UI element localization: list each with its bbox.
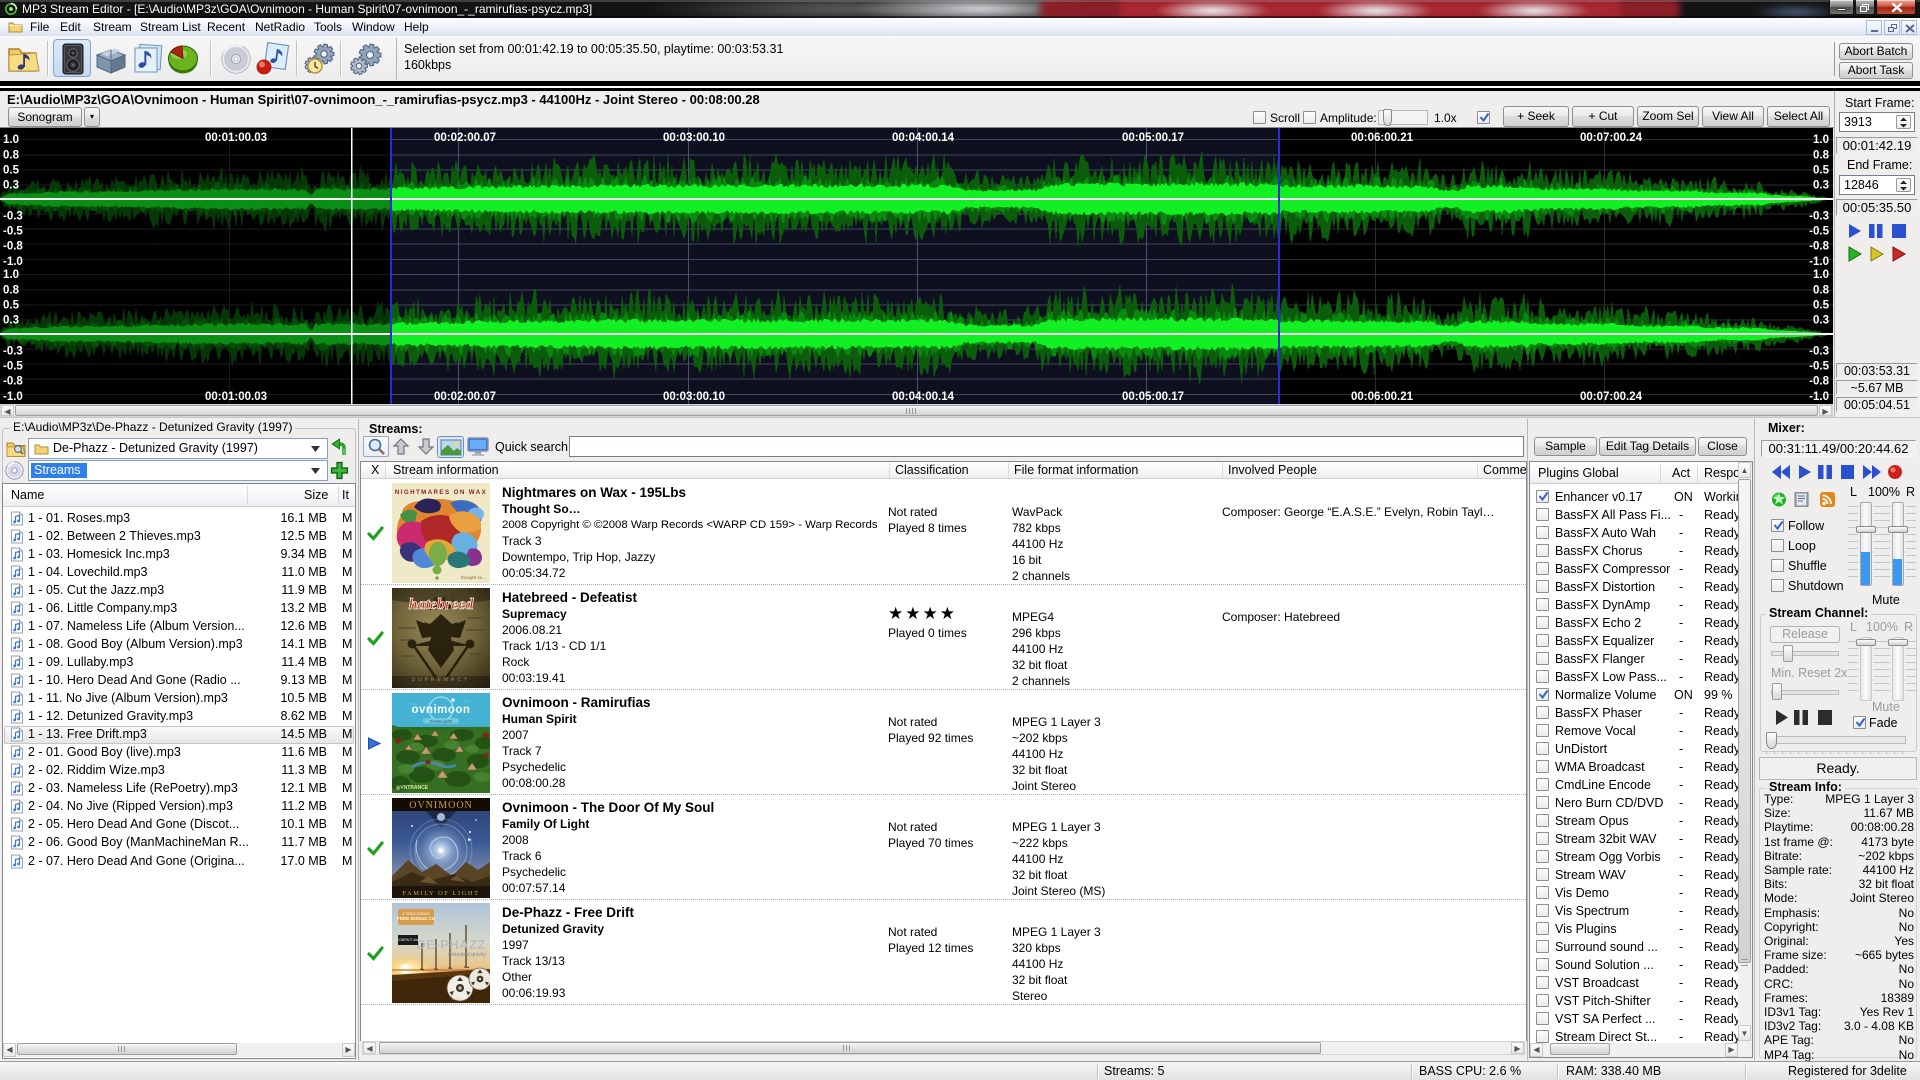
svg-text:0.8: 0.8 [1813, 150, 1830, 162]
svg-text:00:04:00.14: 00:04:00.14 [892, 391, 955, 403]
svg-text:-0.3: -0.3 [1809, 211, 1829, 223]
svg-text:0.5: 0.5 [1813, 165, 1830, 177]
svg-text:0.5: 0.5 [1813, 300, 1830, 312]
svg-text:1 9 9 7: 1 9 9 7 [452, 997, 463, 1001]
svg-text:0.3: 0.3 [1813, 180, 1829, 192]
svg-text:-0.5: -0.5 [1809, 361, 1829, 373]
svg-text:-0.8: -0.8 [3, 376, 23, 388]
svg-text:0.3: 0.3 [1813, 315, 1829, 327]
svg-text:0.8: 0.8 [3, 285, 20, 297]
svg-text:FREE BONUS CD: FREE BONUS CD [397, 916, 436, 921]
svg-text:FAMILY OF LIGHT: FAMILY OF LIGHT [402, 890, 479, 897]
svg-text:◌◌◌: ◌◌◌ [410, 702, 418, 706]
svg-text:thought so...: thought so... [461, 575, 486, 580]
svg-text:00:03:00.10: 00:03:00.10 [663, 391, 725, 403]
svg-text:detunized gravity: detunized gravity [448, 952, 486, 958]
svg-text:00:05:00.17: 00:05:00.17 [1122, 391, 1184, 403]
svg-text:00:07:00.24: 00:07:00.24 [1580, 391, 1643, 403]
svg-text:-0.8: -0.8 [1809, 376, 1829, 388]
svg-text:DE-PHAZZ: DE-PHAZZ [416, 937, 486, 952]
svg-text:00:06:00.21: 00:06:00.21 [1351, 391, 1414, 403]
svg-text:-1.0: -1.0 [1809, 256, 1829, 268]
svg-text:hatebreed: hatebreed [409, 596, 475, 613]
svg-text:◎VNTRANCE: ◎VNTRANCE [396, 785, 429, 791]
svg-text:-0.5: -0.5 [1809, 226, 1829, 238]
svg-text:-0.8: -0.8 [3, 241, 23, 253]
svg-text:human spirit: human spirit [430, 719, 453, 724]
svg-text:0.5: 0.5 [3, 300, 20, 312]
svg-text:SUPREMACY: SUPREMACY [412, 677, 471, 683]
svg-text:00:06:00.21: 00:06:00.21 [1351, 132, 1414, 144]
svg-text:ovnimoon: ovnimoon [412, 704, 471, 716]
svg-text:00:07:00.24: 00:07:00.24 [1580, 132, 1643, 144]
svg-text:-0.3: -0.3 [1809, 346, 1829, 358]
svg-text:0.8: 0.8 [3, 150, 20, 162]
svg-text:00:02:00.07: 00:02:00.07 [434, 391, 496, 403]
svg-text:00:04:00.14: 00:04:00.14 [892, 132, 955, 144]
svg-text:-1.0: -1.0 [3, 391, 23, 403]
svg-text:COMPACT disc: COMPACT disc [397, 938, 420, 942]
svg-text:-1.0: -1.0 [3, 256, 23, 268]
svg-text:-0.5: -0.5 [3, 361, 23, 373]
svg-text:◌◌◌: ◌◌◌ [463, 699, 471, 703]
svg-text:00:05:00.17: 00:05:00.17 [1122, 132, 1184, 144]
svg-text:00:01:00.03: 00:01:00.03 [205, 391, 267, 403]
svg-text:00:01:00.03: 00:01:00.03 [205, 132, 267, 144]
svg-text:-0.3: -0.3 [3, 346, 23, 358]
svg-text:NIGHTMARES ON WAX: NIGHTMARES ON WAX [395, 489, 487, 496]
svg-text:0.3: 0.3 [3, 180, 19, 192]
svg-text:1.0: 1.0 [1813, 134, 1829, 146]
svg-text:1.0: 1.0 [1813, 269, 1829, 281]
svg-text:1.0: 1.0 [3, 134, 19, 146]
svg-text:-0.3: -0.3 [3, 211, 23, 223]
svg-text:00:02:00.07: 00:02:00.07 [434, 132, 496, 144]
svg-text:OVNIMOON: OVNIMOON [409, 800, 473, 811]
svg-text:0.5: 0.5 [3, 165, 20, 177]
svg-text:-0.8: -0.8 [1809, 241, 1829, 253]
svg-text:1.0: 1.0 [3, 269, 19, 281]
svg-text:-1.0: -1.0 [1809, 391, 1829, 403]
svg-text:0.3: 0.3 [3, 315, 19, 327]
svg-text:00:03:00.10: 00:03:00.10 [663, 132, 725, 144]
svg-text:-0.5: -0.5 [3, 226, 23, 238]
svg-text:0.8: 0.8 [1813, 285, 1830, 297]
